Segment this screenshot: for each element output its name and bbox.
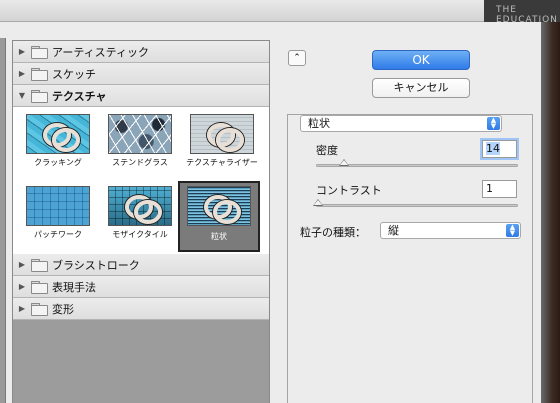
density-field[interactable]: 14 [482, 140, 517, 158]
mosaic-tiles-thumbnail-icon [108, 186, 172, 226]
category-artistic[interactable]: ▶ アーティスティック [13, 41, 269, 63]
dialog-titlebar [0, 0, 560, 22]
disclosure-right-icon: ▶ [18, 260, 26, 269]
density-slider-thumb[interactable] [339, 159, 350, 166]
disclosure-down-icon: ▼ [18, 91, 26, 100]
collapse-gallery-button[interactable]: ⌃ [288, 50, 306, 66]
density-label: 密度 [316, 144, 338, 157]
texturizer-thumbnail-icon [190, 114, 254, 154]
background-photo-edge [541, 22, 560, 403]
thumbnail-label: 粒状 [211, 232, 227, 241]
updown-arrows-icon: ▲ ▼ [487, 117, 500, 130]
folder-icon [31, 68, 48, 81]
thumbnail-texturizer[interactable]: テクスチャライザー [184, 111, 260, 176]
category-brush-strokes[interactable]: ▶ ブラシストローク [13, 254, 269, 276]
disclosure-right-icon: ▶ [18, 69, 26, 78]
background-window-strip: THE EDUCATION [484, 0, 560, 25]
preview-area[interactable] [0, 38, 6, 403]
gallery-empty-area [13, 320, 269, 403]
thumbnail-craquelure[interactable]: クラッキング [20, 111, 96, 176]
thumbnail-label: クラッキング [34, 158, 82, 167]
texture-thumbnails: クラッキング ステンドグラス テクスチャライザー パッチワーク モザイクタイル … [13, 107, 269, 254]
thumbnail-grain[interactable]: 粒状 [178, 181, 260, 252]
category-stylize[interactable]: ▶ 表現手法 [13, 276, 269, 298]
thumbnail-stained-glass[interactable]: ステンドグラス [102, 111, 178, 176]
filter-settings-panel: 粒状 ▲ ▼ 密度 14 コントラスト 1 粒子の種類： 縦 ▲ ▼ [287, 114, 533, 403]
grain-type-value: 縦 [388, 224, 399, 237]
thumbnail-mosaic-tiles[interactable]: モザイクタイル [102, 183, 178, 248]
category-label: 変形 [52, 302, 74, 316]
disclosure-right-icon: ▶ [18, 47, 26, 56]
cancel-button[interactable]: キャンセル [372, 78, 470, 98]
disclosure-right-icon: ▶ [18, 282, 26, 291]
contrast-value: 1 [486, 182, 493, 195]
grain-thumbnail-icon [187, 186, 251, 226]
filter-select-value: 粒状 [308, 117, 330, 130]
category-texture[interactable]: ▼ テクスチャ [13, 85, 269, 107]
category-label: アーティスティック [52, 45, 150, 59]
updown-arrows-icon: ▲ ▼ [506, 224, 519, 237]
category-label: ブラシストローク [52, 258, 140, 272]
category-label: スケッチ [52, 67, 96, 81]
contrast-field[interactable]: 1 [482, 180, 517, 198]
thumbnail-label: ステンドグラス [112, 158, 168, 167]
contrast-label: コントラスト [316, 184, 382, 197]
thumbnail-label: モザイクタイル [112, 230, 168, 239]
stained-glass-thumbnail-icon [108, 114, 172, 154]
folder-icon [31, 281, 48, 294]
patchwork-thumbnail-icon [26, 186, 90, 226]
category-distort[interactable]: ▶ 変形 [13, 298, 269, 320]
category-sketch[interactable]: ▶ スケッチ [13, 63, 269, 85]
density-value: 14 [486, 142, 500, 155]
thumbnail-patchwork[interactable]: パッチワーク [20, 183, 96, 248]
folder-icon [31, 303, 48, 316]
folder-open-icon [31, 90, 48, 103]
folder-icon [31, 259, 48, 272]
thumbnail-label: テクスチャライザー [186, 158, 258, 167]
grain-type-label: 粒子の種類： [300, 226, 366, 239]
category-label: 表現手法 [52, 280, 96, 294]
thumbnail-label: パッチワーク [34, 230, 82, 239]
category-label: テクスチャ [52, 89, 107, 103]
craquelure-thumbnail-icon [26, 114, 90, 154]
disclosure-right-icon: ▶ [18, 304, 26, 313]
filter-select[interactable]: 粒状 ▲ ▼ [300, 115, 502, 132]
contrast-slider-thumb[interactable] [313, 199, 324, 206]
folder-icon [31, 46, 48, 59]
ok-button[interactable]: OK [372, 50, 470, 70]
filter-gallery: ▶ アーティスティック ▶ スケッチ ▼ テクスチャ クラッキング ステンドグラ… [12, 40, 270, 403]
grain-type-select[interactable]: 縦 ▲ ▼ [380, 222, 521, 239]
contrast-slider-track[interactable] [316, 204, 518, 207]
